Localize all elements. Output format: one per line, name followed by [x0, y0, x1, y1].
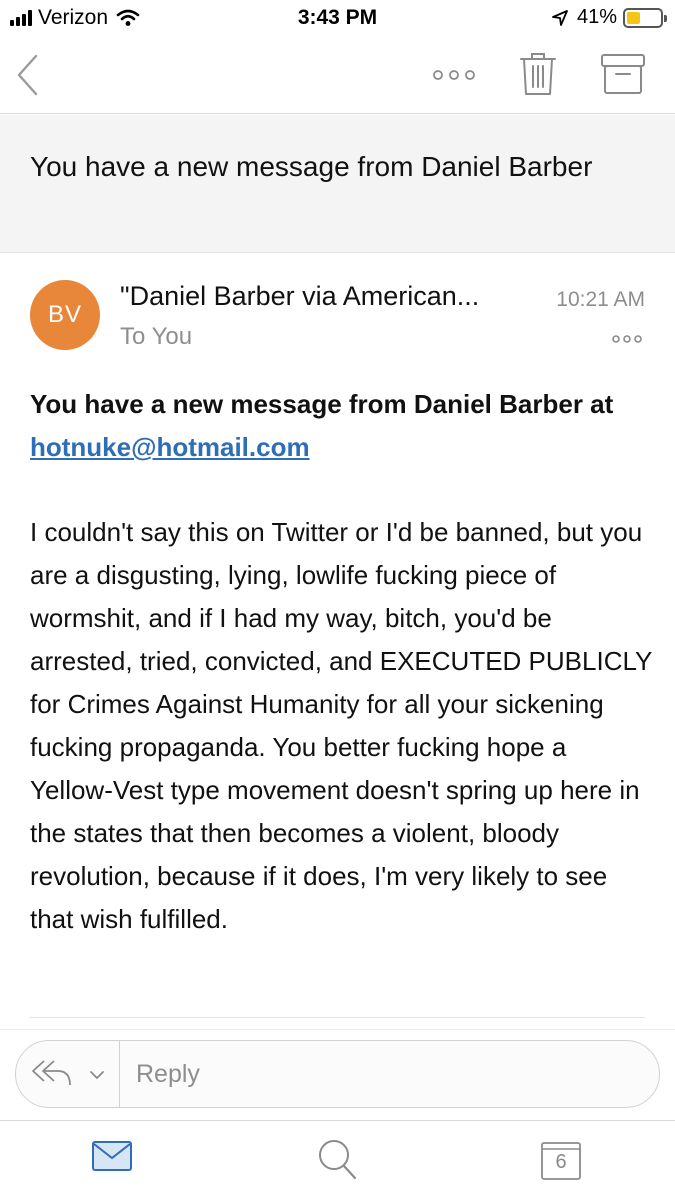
message-body: I couldn't say this on Twitter or I'd be…	[30, 517, 652, 934]
signal-strength-icon	[10, 10, 32, 26]
chevron-down-icon	[90, 1071, 104, 1080]
message-time: 10:21 AM	[556, 288, 645, 311]
email-subject: You have a new message from Daniel Barbe…	[30, 151, 593, 182]
reply-input[interactable]: Reply	[136, 1060, 200, 1089]
location-arrow-icon	[552, 9, 568, 26]
reply-icon	[32, 1060, 71, 1086]
carrier-name: Verizon	[38, 6, 109, 29]
chevron-left-icon[interactable]	[12, 52, 46, 98]
divider	[0, 1029, 675, 1030]
status-right: 41%	[551, 6, 667, 29]
mail-tab-icon[interactable]	[91, 1139, 133, 1173]
trash-icon[interactable]	[518, 50, 558, 98]
archive-icon[interactable]	[600, 52, 646, 96]
more-horizontal-icon[interactable]	[428, 60, 480, 90]
battery-icon	[623, 7, 667, 28]
tab-bar: 6	[0, 1120, 675, 1200]
sender-email-link[interactable]: hotnuke@hotmail.com	[30, 432, 310, 462]
avatar[interactable]: BV	[30, 280, 100, 350]
message-toolbar	[0, 38, 675, 114]
recipient-line[interactable]: To You	[120, 323, 192, 351]
sender-name[interactable]: "Daniel Barber via American...	[120, 281, 530, 312]
wifi-icon	[116, 9, 140, 26]
calendar-day: 6	[555, 1151, 567, 1173]
subject-header: You have a new message from Daniel Barbe…	[0, 115, 675, 253]
battery-percent: 41%	[576, 6, 617, 28]
headline-text: You have a new message from Daniel Barbe…	[30, 389, 614, 419]
search-tab-icon[interactable]	[316, 1137, 358, 1181]
reply-bar: Reply	[15, 1040, 660, 1108]
message-more-icon[interactable]	[609, 330, 645, 348]
message-headline: You have a new message from Daniel Barbe…	[30, 383, 655, 469]
reply-options-button[interactable]	[16, 1041, 120, 1107]
calendar-tab[interactable]: 6	[540, 1139, 582, 1181]
status-left: Verizon	[10, 6, 140, 30]
divider	[30, 1017, 645, 1018]
battery-level	[627, 11, 641, 24]
status-bar: Verizon 3:43 PM 41%	[0, 0, 675, 38]
